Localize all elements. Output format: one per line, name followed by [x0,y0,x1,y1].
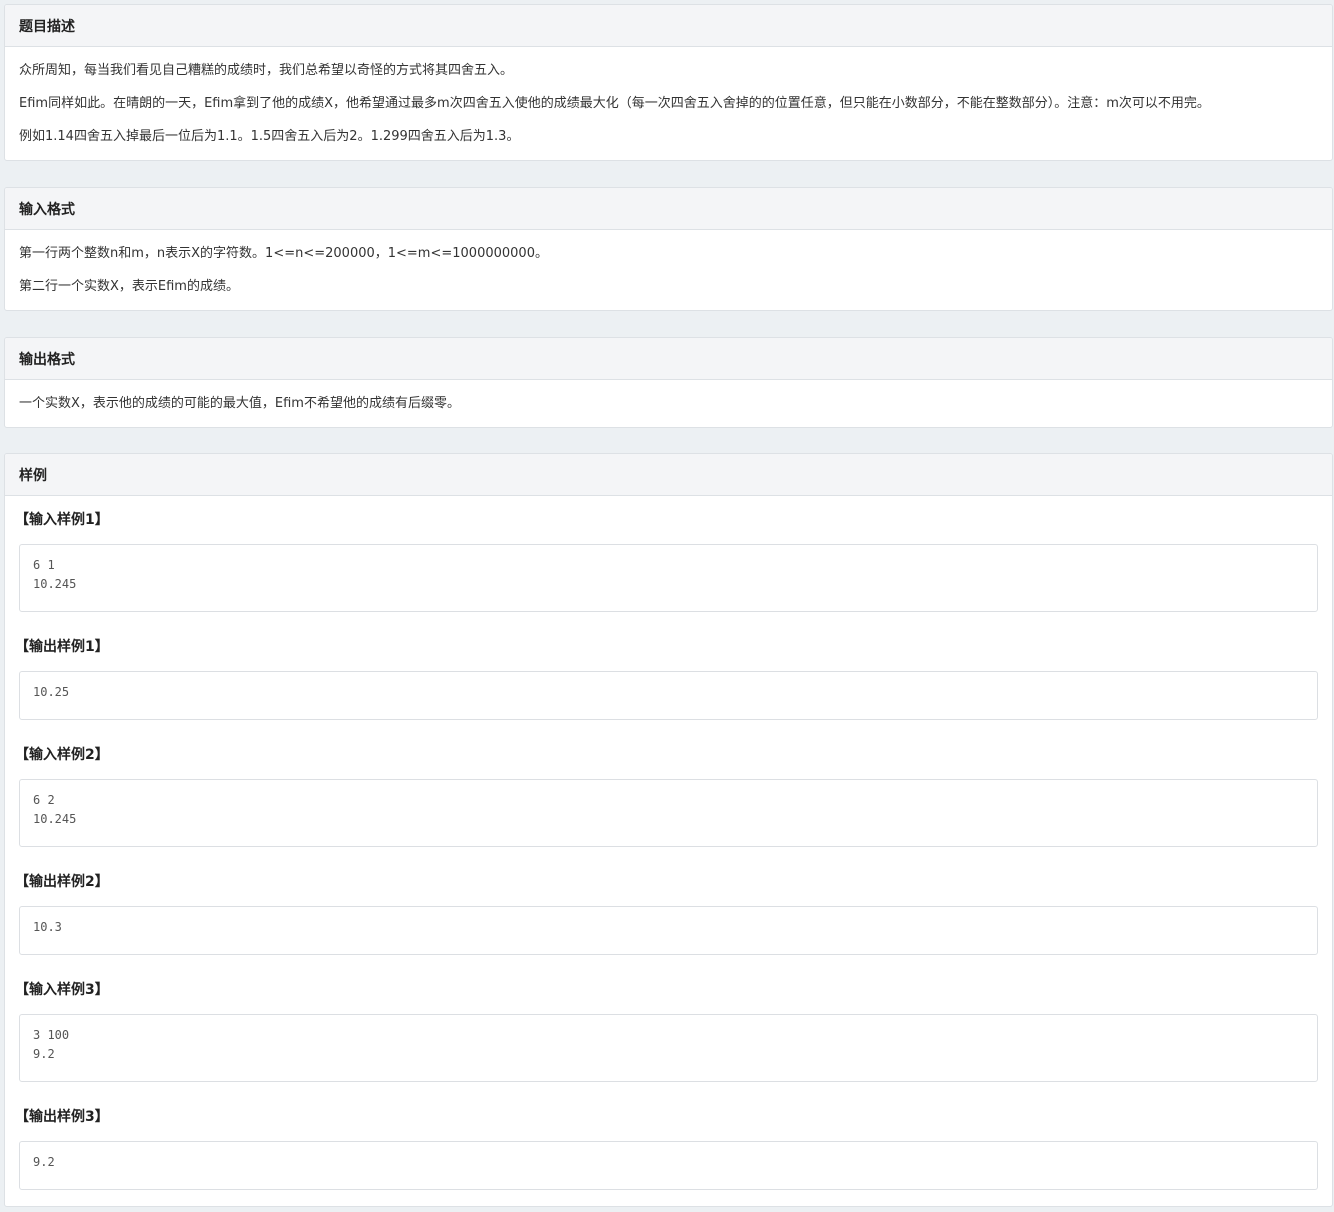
sample-output-3-box[interactable]: 9.2 [19,1141,1318,1190]
input-format-body: 第一行两个整数n和m，n表示X的字符数。1<=n<=200000，1<=m<=1… [5,245,1332,296]
sample-output-1-box[interactable]: 10.25 [19,671,1318,720]
samples-title: 样例 [5,454,1332,496]
sample-output-2-box[interactable]: 10.3 [19,906,1318,955]
description-card: 题目描述 众所周知，每当我们看见自己糟糕的成绩时，我们总希望以奇怪的方式将其四舍… [4,4,1333,161]
description-paragraph: 例如1.14四舍五入掉最后一位后为1.1。1.5四舍五入后为2。1.299四舍五… [19,129,520,144]
output-format-title: 输出格式 [5,338,1332,380]
sample-input-3-box[interactable]: 3 100 9.2 [19,1014,1318,1082]
input-format-paragraph: 第一行两个整数n和m，n表示X的字符数。1<=n<=200000，1<=m<=1… [19,246,548,261]
samples-card: 样例 【输入样例1】 6 1 10.245 【输出样例1】 10.25 【输入样… [4,453,1333,1207]
input-format-card: 输入格式 第一行两个整数n和m，n表示X的字符数。1<=n<=200000，1<… [4,187,1333,311]
sample-output-2-label: 【输出样例2】 [15,874,109,890]
input-format-paragraph: 第二行一个实数X，表示Efim的成绩。 [19,279,239,294]
samples-body: 【输入样例1】 6 1 10.245 【输出样例1】 10.25 【输入样例2】… [5,510,1332,1190]
output-format-paragraph: 一个实数X，表示他的成绩的可能的最大值，Efim不希望他的成绩有后缀零。 [19,396,460,411]
output-format-card: 输出格式 一个实数X，表示他的成绩的可能的最大值，Efim不希望他的成绩有后缀零… [4,337,1333,428]
sample-input-2-box[interactable]: 6 2 10.245 [19,779,1318,847]
sample-output-1-label: 【输出样例1】 [15,639,109,655]
sample-output-3-label: 【输出样例3】 [15,1109,109,1125]
input-format-title: 输入格式 [5,188,1332,230]
sample-input-1-label: 【输入样例1】 [15,512,109,528]
sample-input-2-label: 【输入样例2】 [15,747,109,763]
sample-input-3-label: 【输入样例3】 [15,982,109,998]
description-title: 题目描述 [5,5,1332,47]
description-paragraph: Efim同样如此。在晴朗的一天，Efim拿到了他的成绩X，他希望通过最多m次四舍… [19,96,1210,111]
output-format-body: 一个实数X，表示他的成绩的可能的最大值，Efim不希望他的成绩有后缀零。 [5,395,1332,413]
description-body: 众所周知，每当我们看见自己糟糕的成绩时，我们总希望以奇怪的方式将其四舍五入。 E… [5,62,1332,146]
sample-input-1-box[interactable]: 6 1 10.245 [19,544,1318,612]
description-paragraph: 众所周知，每当我们看见自己糟糕的成绩时，我们总希望以奇怪的方式将其四舍五入。 [19,63,514,78]
